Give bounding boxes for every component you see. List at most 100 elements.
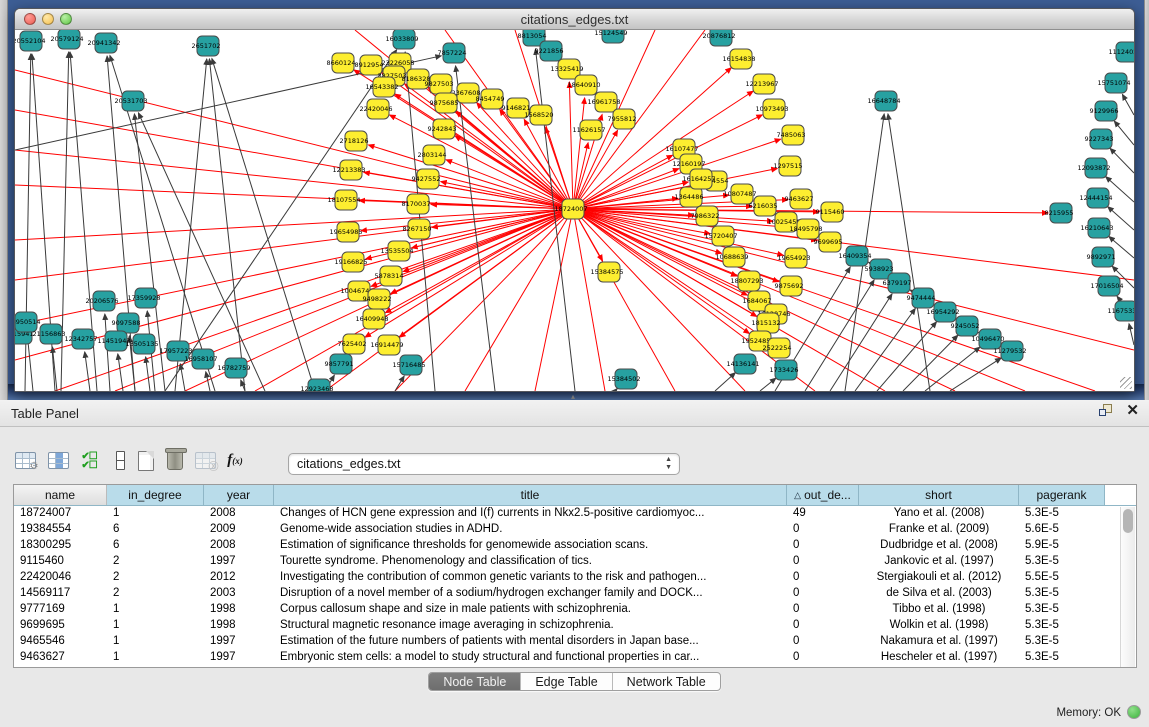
graph-node[interactable]: 1297515 (774, 156, 803, 176)
graph-node[interactable]: 15384575 (590, 262, 623, 282)
graph-node[interactable]: 8215955 (1045, 203, 1074, 223)
graph-node-label: 2522254 (763, 344, 792, 352)
graph-node[interactable]: 17016504 (1090, 276, 1123, 296)
column-header-title[interactable]: title (274, 485, 787, 505)
table-row[interactable]: 911546021997Tourette syndrome. Phenomeno… (14, 554, 1136, 570)
column-header-year[interactable]: year (204, 485, 274, 505)
graph-node[interactable]: 11626157 (572, 120, 605, 140)
table-selector-dropdown[interactable]: citations_edges.txt ▲▼ (288, 453, 680, 475)
select-all-rows-icon[interactable]: ✔☐✔☐ (77, 448, 101, 473)
graph-node[interactable]: 9875692 (775, 276, 804, 296)
memory-status-indicator[interactable] (1127, 705, 1141, 719)
table-row[interactable]: 1456911722003Disruption of a novel membe… (14, 586, 1136, 602)
column-header-name[interactable]: name (14, 485, 107, 505)
graph-node[interactable]: 16914479 (370, 335, 403, 355)
graph-node[interactable]: 11675330 (1107, 301, 1134, 321)
table-settings-icon[interactable]: ⚙ (13, 448, 37, 473)
graph-node[interactable]: 7625402 (338, 334, 367, 354)
graph-node[interactable]: 17359928 (127, 288, 160, 308)
graph-node[interactable]: 12923468 (300, 379, 333, 391)
graph-node[interactable]: 16210643 (1080, 218, 1113, 238)
graph-node[interactable]: 9857791 (325, 354, 354, 374)
table-row[interactable]: 946362711997Embryonic stem cells: a mode… (14, 650, 1136, 666)
graph-node[interactable]: 7986322 (691, 206, 720, 226)
graph-node[interactable]: 16409948 (355, 309, 388, 329)
table-row[interactable]: 1830029562008Estimation of significance … (14, 538, 1136, 554)
show-selected-rows-icon[interactable] (108, 448, 132, 473)
table-row[interactable]: 969969511998Structural magnetic resonanc… (14, 618, 1136, 634)
graph-node[interactable]: 7857224 (438, 43, 467, 63)
graph-node[interactable]: 8170037 (402, 194, 431, 214)
graph-node[interactable]: 22420046 (359, 99, 392, 119)
graph-node[interactable]: 16782759 (217, 358, 250, 378)
graph-node[interactable]: 12213967 (745, 74, 778, 94)
function-builder-icon[interactable]: f(x) (223, 448, 247, 473)
float-panel-icon[interactable] (1099, 404, 1114, 418)
graph-node[interactable]: 15751074 (1097, 73, 1130, 93)
select-columns-icon[interactable] (46, 448, 70, 473)
graph-node[interactable]: 19166825 (334, 252, 367, 272)
table-row[interactable]: 1938455462009Genome-wide association stu… (14, 522, 1136, 538)
graph-node[interactable]: 2718126 (340, 131, 369, 151)
column-header-pagerank[interactable]: pagerank (1019, 485, 1105, 505)
graph-node[interactable]: 12342757 (64, 329, 97, 349)
column-header-in_degree[interactable]: in_degree (107, 485, 204, 505)
tab-network-table[interactable]: Network Table (613, 673, 720, 690)
graph-node[interactable]: 1733426 (770, 360, 799, 380)
column-header-short[interactable]: short (859, 485, 1019, 505)
network-canvas[interactable]: 1872400786601248912954232260583827503165… (15, 30, 1134, 391)
scrollbar-thumb[interactable] (1123, 509, 1133, 533)
graph-node[interactable]: 19654923 (777, 248, 810, 268)
graph-node[interactable]: 9129966 (1090, 101, 1119, 121)
graph-node[interactable]: 16154838 (722, 49, 755, 69)
panel-splitter-handle[interactable]: ▴ (566, 393, 580, 400)
graph-node[interactable]: 12093872 (1077, 158, 1110, 178)
graph-node[interactable]: 9227343 (1085, 129, 1114, 149)
graph-node[interactable]: 14136141 (726, 354, 759, 374)
table-row[interactable]: 1872400712008Changes of HCN gene express… (14, 506, 1136, 522)
graph-node[interactable]: 16033809 (385, 30, 418, 49)
graph-node-label: 13950514 (15, 318, 41, 326)
graph-node[interactable]: 15124549 (594, 30, 627, 43)
graph-node[interactable]: 8267150 (403, 219, 432, 239)
delete-table-icon[interactable]: ⓧ (193, 448, 217, 473)
delete-column-icon[interactable] (163, 448, 187, 473)
graph-node[interactable]: 13950514 (15, 312, 41, 332)
graph-node[interactable]: 9097588 (112, 313, 141, 333)
network-window-titlebar[interactable]: citations_edges.txt (15, 9, 1134, 30)
window-resize-grip[interactable] (1120, 377, 1132, 389)
graph-node[interactable]: 8660124 (327, 53, 356, 73)
graph-node[interactable]: 18107554 (327, 190, 360, 210)
table-row[interactable]: 977716911998Corpus callosum shape and si… (14, 602, 1136, 618)
graph-node[interactable]: 9463627 (785, 189, 814, 209)
graph-node[interactable]: 10807487 (723, 184, 756, 204)
graph-node[interactable]: 12444154 (1079, 188, 1112, 208)
graph-node-label: 2651702 (192, 42, 221, 50)
table-vertical-scrollbar[interactable] (1120, 507, 1135, 667)
new-column-icon[interactable] (134, 448, 158, 473)
graph-node[interactable]: 20579124 (50, 30, 83, 49)
close-panel-icon[interactable]: ✕ (1126, 404, 1139, 418)
graph-node[interactable]: 9115460 (816, 202, 845, 222)
graph-node[interactable]: 10688639 (715, 247, 748, 267)
graph-node[interactable]: 9892971 (1087, 247, 1116, 267)
graph-node[interactable]: 16409354 (838, 246, 871, 266)
graph-node[interactable]: 12213383 (332, 160, 365, 180)
graph-node[interactable]: 15384502 (607, 369, 640, 389)
graph-node[interactable]: 13535504 (380, 241, 413, 261)
column-header-out_de[interactable]: △out_de... (787, 485, 859, 505)
tab-node-table[interactable]: Node Table (429, 673, 521, 690)
table-row[interactable]: 946554611997Estimation of the future num… (14, 634, 1136, 650)
graph-node[interactable]: 2651702 (192, 36, 221, 56)
table-row[interactable]: 2242004622012Investigating the contribut… (14, 570, 1136, 586)
graph-node[interactable]: 7485063 (777, 125, 806, 145)
graph-node[interactable]: 15716485 (392, 355, 425, 375)
graph-node[interactable]: 20941342 (87, 33, 120, 53)
tab-edge-table[interactable]: Edge Table (521, 673, 612, 690)
graph-node[interactable]: 20531703 (114, 91, 147, 111)
graph-node[interactable]: 20876812 (702, 30, 735, 46)
graph-node[interactable]: 20552104 (15, 31, 46, 51)
graph-node[interactable]: 9242843 (428, 119, 457, 139)
graph-node[interactable]: 11124021 (1108, 42, 1134, 62)
graph-node[interactable]: 16648784 (867, 91, 900, 111)
